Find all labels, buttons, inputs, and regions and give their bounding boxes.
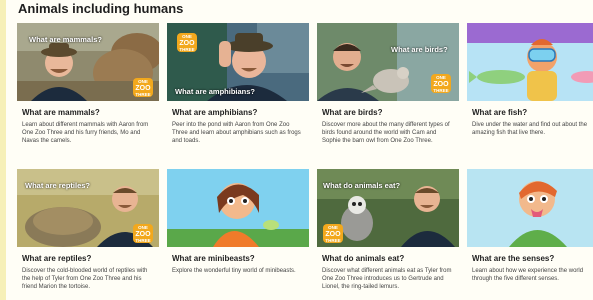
thumbnail-caption: What are amphibians? — [175, 87, 256, 96]
video-card-mammals[interactable]: What are mammals? ONE ZOO THREE What are m… — [17, 23, 159, 145]
one-zoo-three-logo: ONE ZOO THREE — [323, 224, 343, 243]
video-thumbnail[interactable]: What are mammals? ONE ZOO THREE — [17, 23, 159, 101]
video-card-birds[interactable]: What are birds? ONE ZOO THREE What are bir… — [317, 23, 459, 145]
card-description: Explore the wonderful tiny world of mini… — [172, 268, 296, 274]
thumbnail-image — [467, 23, 593, 101]
section-title: Animals including humans — [18, 1, 184, 16]
thumbnail-image — [167, 169, 309, 247]
one-zoo-three-logo: ONE ZOO THREE — [177, 33, 197, 52]
card-title[interactable]: What are mammals? — [22, 108, 159, 117]
video-thumbnail[interactable] — [467, 169, 593, 247]
video-card-reptiles[interactable]: What are reptiles? ONE ZOO THREE What are … — [17, 169, 159, 291]
thumbnail-image — [467, 169, 593, 247]
one-zoo-three-logo: ONE ZOO THREE — [431, 74, 451, 93]
video-thumbnail[interactable] — [167, 169, 309, 247]
card-description: Discover the cold-blooded world of repti… — [22, 268, 148, 290]
card-description: Discover more about the many different t… — [322, 122, 450, 144]
card-title[interactable]: What do animals eat? — [322, 254, 459, 263]
card-title[interactable]: What are fish? — [472, 108, 593, 117]
one-zoo-three-logo: ONE ZOO THREE — [133, 78, 153, 97]
card-description: Learn about how we experience the world … — [472, 268, 584, 282]
card-description: Learn about different mammals with Aaron… — [22, 122, 149, 144]
card-description: Peer into the pond with Aaron from One Z… — [172, 122, 301, 144]
video-thumbnail[interactable] — [467, 23, 593, 101]
video-card-animals-eat[interactable]: What do animals eat? ONE ZOO THREE What do… — [317, 169, 459, 291]
video-thumbnail[interactable]: What are birds? ONE ZOO THREE — [317, 23, 459, 101]
card-description: Dive under the water and find out about … — [472, 122, 588, 136]
video-card-fish[interactable]: What are fish? Dive under the water and … — [467, 23, 593, 137]
video-card-amphibians[interactable]: What are amphibians? ONE ZOO THREE What ar… — [167, 23, 309, 145]
video-thumbnail[interactable]: What are amphibians? ONE ZOO THREE — [167, 23, 309, 101]
thumbnail-caption: What do animals eat? — [323, 181, 401, 190]
card-title[interactable]: What are minibeasts? — [172, 254, 309, 263]
card-title[interactable]: What are reptiles? — [22, 254, 159, 263]
thumbnail-caption: What are reptiles? — [25, 181, 91, 190]
video-thumbnail[interactable]: What do animals eat? ONE ZOO THREE — [317, 169, 459, 247]
thumbnail-caption: What are birds? — [391, 45, 448, 54]
card-title[interactable]: What are the senses? — [472, 254, 593, 263]
video-thumbnail[interactable]: What are reptiles? ONE ZOO THREE — [17, 169, 159, 247]
card-title[interactable]: What are amphibians? — [172, 108, 309, 117]
video-card-minibeasts[interactable]: What are minibeasts? Explore the wonderf… — [167, 169, 309, 275]
card-description: Discover what different animals eat as T… — [322, 268, 452, 290]
video-card-senses[interactable]: What are the senses? Learn about how we … — [467, 169, 593, 283]
thumbnail-caption: What are mammals? — [29, 35, 102, 44]
card-title[interactable]: What are birds? — [322, 108, 459, 117]
one-zoo-three-logo: ONE ZOO THREE — [133, 224, 153, 243]
